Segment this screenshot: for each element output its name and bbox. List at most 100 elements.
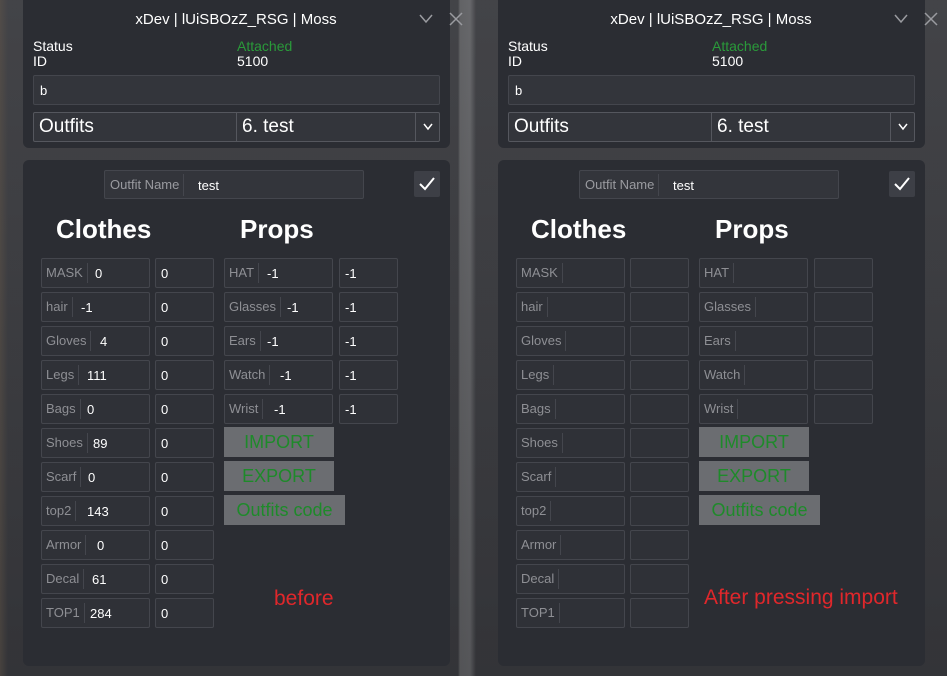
props-heading: Props — [715, 214, 789, 244]
confirm-button[interactable] — [889, 171, 915, 197]
close-icon[interactable] — [449, 12, 463, 26]
clothes-field[interactable]: Shoes — [516, 428, 625, 458]
props-field[interactable]: HAT — [699, 258, 808, 288]
props-texture-field[interactable] — [814, 394, 873, 424]
clothes-field[interactable]: Legs — [516, 360, 625, 390]
props-texture-value: -1 — [345, 402, 357, 417]
clothes-field[interactable]: TOP1 — [516, 598, 625, 628]
props-label: Watch — [704, 365, 746, 385]
clothes-field[interactable]: Decal — [516, 564, 625, 594]
clothes-field[interactable]: top2 — [516, 496, 625, 526]
search-input[interactable]: b — [33, 75, 440, 105]
clothes-texture-field[interactable]: 0 — [155, 292, 214, 322]
clothes-value: 0 — [88, 470, 96, 485]
clothes-heading: Clothes — [531, 214, 627, 244]
clothes-texture-field[interactable]: 0 — [155, 496, 214, 526]
clothes-field[interactable]: Gloves — [516, 326, 625, 356]
props-field[interactable]: Watch -1 — [224, 360, 333, 390]
clothes-texture-field[interactable] — [630, 428, 689, 458]
props-texture-field[interactable] — [814, 326, 873, 356]
clothes-texture-field[interactable]: 0 — [155, 428, 214, 458]
export-button[interactable]: EXPORT — [224, 461, 334, 491]
clothes-field[interactable]: Armor 0 — [41, 530, 150, 560]
check-icon — [894, 177, 910, 191]
clothes-texture-field[interactable]: 0 — [155, 598, 214, 628]
outfit-editor: Outfit Name test Clothes Props MASK hair… — [498, 160, 925, 666]
clothes-field[interactable]: Decal 61 — [41, 564, 150, 594]
props-texture-field[interactable]: -1 — [339, 292, 398, 322]
clothes-field[interactable]: Shoes 89 — [41, 428, 150, 458]
clothes-texture-field[interactable]: 0 — [155, 360, 214, 390]
combo-arrow[interactable] — [415, 113, 439, 141]
clothes-field[interactable]: hair -1 — [41, 292, 150, 322]
props-field[interactable]: HAT -1 — [224, 258, 333, 288]
props-field[interactable]: Wrist -1 — [224, 394, 333, 424]
props-texture-value: -1 — [345, 334, 357, 349]
outfits-code-button[interactable]: Outfits code — [224, 495, 345, 525]
import-button[interactable]: IMPORT — [224, 427, 334, 457]
clothes-texture-field[interactable]: 0 — [155, 394, 214, 424]
confirm-button[interactable] — [414, 171, 440, 197]
outfit-name-label: Outfit Name — [585, 174, 660, 196]
clothes-texture-field[interactable] — [630, 462, 689, 492]
outfit-name-field[interactable]: Outfit Name test — [104, 170, 364, 199]
chevron-down-icon — [423, 123, 433, 131]
search-input[interactable]: b — [508, 75, 915, 105]
props-texture-field[interactable] — [814, 258, 873, 288]
chevron-down-icon[interactable] — [894, 14, 908, 24]
clothes-field[interactable]: Scarf 0 — [41, 462, 150, 492]
clothes-texture-field[interactable] — [630, 360, 689, 390]
close-icon[interactable] — [924, 12, 938, 26]
props-field[interactable]: Ears — [699, 326, 808, 356]
outfits-combo[interactable]: Outfits 6. test — [508, 112, 915, 142]
export-button[interactable]: EXPORT — [699, 461, 809, 491]
clothes-texture-field[interactable] — [630, 292, 689, 322]
outfits-combo[interactable]: Outfits 6. test — [33, 112, 440, 142]
clothes-field[interactable]: top2 143 — [41, 496, 150, 526]
chevron-down-icon[interactable] — [419, 14, 433, 24]
clothes-texture-value: 0 — [161, 572, 169, 587]
import-button[interactable]: IMPORT — [699, 427, 809, 457]
props-texture-field[interactable]: -1 — [339, 326, 398, 356]
clothes-texture-field[interactable] — [630, 496, 689, 526]
props-texture-field[interactable] — [814, 292, 873, 322]
props-field[interactable]: Glasses -1 — [224, 292, 333, 322]
props-field[interactable]: Ears -1 — [224, 326, 333, 356]
clothes-texture-field[interactable]: 0 — [155, 530, 214, 560]
combo-arrow[interactable] — [890, 113, 914, 141]
clothes-texture-field[interactable] — [630, 530, 689, 560]
props-texture-field[interactable]: -1 — [339, 360, 398, 390]
outfits-code-button[interactable]: Outfits code — [699, 495, 820, 525]
props-texture-field[interactable]: -1 — [339, 394, 398, 424]
clothes-field[interactable]: hair — [516, 292, 625, 322]
clothes-texture-field[interactable] — [630, 394, 689, 424]
clothes-texture-field[interactable] — [630, 564, 689, 594]
clothes-texture-field[interactable] — [630, 258, 689, 288]
props-field[interactable]: Watch — [699, 360, 808, 390]
clothes-texture-field[interactable] — [630, 326, 689, 356]
outfit-name-field[interactable]: Outfit Name test — [579, 170, 839, 199]
clothes-field[interactable]: Legs 111 — [41, 360, 150, 390]
props-field[interactable]: Glasses — [699, 292, 808, 322]
clothes-field[interactable]: MASK — [516, 258, 625, 288]
clothes-field[interactable]: Scarf — [516, 462, 625, 492]
clothes-field[interactable]: Bags — [516, 394, 625, 424]
clothes-field[interactable]: Armor — [516, 530, 625, 560]
clothes-value: 89 — [93, 436, 108, 451]
clothes-texture-field[interactable]: 0 — [155, 258, 214, 288]
clothes-field[interactable]: MASK 0 — [41, 258, 150, 288]
clothes-texture-field[interactable]: 0 — [155, 564, 214, 594]
props-texture-field[interactable] — [814, 360, 873, 390]
id-value: 5100 — [237, 53, 269, 69]
props-texture-field[interactable]: -1 — [339, 258, 398, 288]
id-label: ID — [508, 53, 522, 69]
clothes-texture-field[interactable]: 0 — [155, 462, 214, 492]
clothes-field[interactable]: Bags 0 — [41, 394, 150, 424]
titlebar: xDev | lUiSBOzZ_RSG | Moss — [0, 0, 472, 36]
clothes-texture-field[interactable] — [630, 598, 689, 628]
clothes-texture-value: 0 — [161, 504, 169, 519]
clothes-field[interactable]: TOP1 284 — [41, 598, 150, 628]
clothes-field[interactable]: Gloves 4 — [41, 326, 150, 356]
clothes-texture-field[interactable]: 0 — [155, 326, 214, 356]
props-field[interactable]: Wrist — [699, 394, 808, 424]
